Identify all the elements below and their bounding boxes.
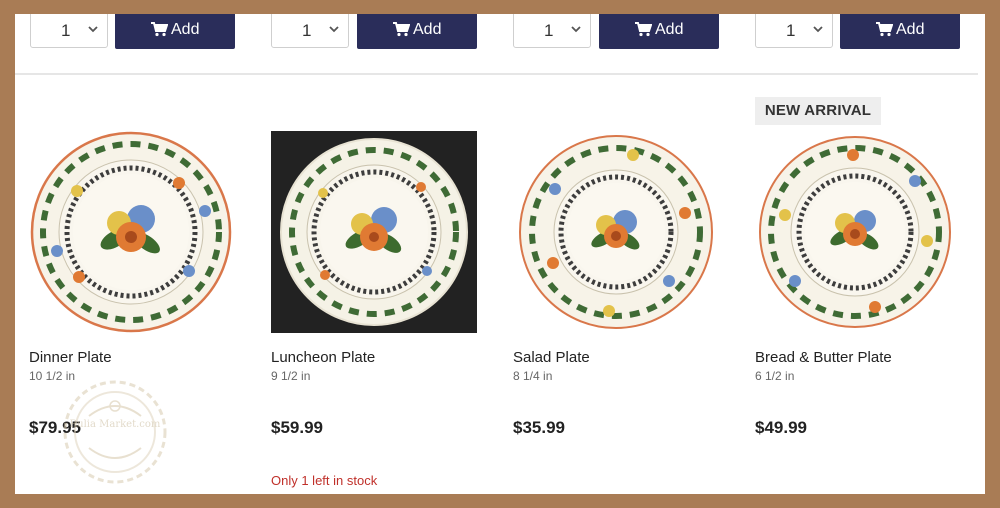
product-size: 9 1/2 in [271,369,311,383]
quantity-select[interactable]: 1 [30,14,108,48]
product-price: $79.95 [29,418,81,437]
product-name[interactable]: Salad Plate [513,349,590,366]
add-to-cart-button[interactable]: Add [840,14,960,49]
row-divider [15,73,978,75]
cart-icon [876,22,893,37]
add-to-cart-button[interactable]: Add [115,14,235,49]
add-button-label: Add [896,21,925,38]
quantity-value: 1 [302,21,312,40]
product-image[interactable] [29,131,235,333]
cart-icon [151,22,168,37]
product-card: Salad Plate 8 1/4 in $35.99 [513,76,733,494]
product-name[interactable]: Luncheon Plate [271,349,375,366]
product-name[interactable]: Bread & Butter Plate [755,349,892,366]
add-to-cart-button[interactable]: Add [599,14,719,49]
low-stock-notice: Only 1 left in stock [271,473,378,488]
product-image[interactable] [755,131,961,333]
chevron-down-icon [329,26,339,33]
product-grid-page: 1 Add 1 Add 1 Add 1 Add Dinner Plate 10 … [15,14,985,494]
plate-illustration [280,138,468,326]
quantity-value: 1 [61,21,71,40]
product-image[interactable] [513,131,719,333]
product-card: NEW ARRIVAL Bread & Butter Plate 6 1/2 i… [755,76,975,494]
product-card: Luncheon Plate 9 1/2 in $59.99 Only 1 le… [271,76,491,494]
product-price: $35.99 [513,418,565,437]
add-button-label: Add [171,21,200,38]
product-price: $49.99 [755,418,807,437]
cart-icon [635,22,652,37]
add-to-cart-button[interactable]: Add [357,14,477,49]
product-name[interactable]: Dinner Plate [29,349,112,366]
previous-row-actions: 1 Add 1 Add 1 Add 1 Add [15,14,985,72]
chevron-down-icon [571,26,581,33]
quantity-value: 1 [786,21,796,40]
quantity-select[interactable]: 1 [755,14,833,48]
chevron-down-icon [88,26,98,33]
product-size: 8 1/4 in [513,369,553,383]
new-arrival-badge: NEW ARRIVAL [755,97,881,125]
quantity-select[interactable]: 1 [271,14,349,48]
add-button-label: Add [413,21,442,38]
product-size: 6 1/2 in [755,369,795,383]
add-button-label: Add [655,21,684,38]
quantity-select[interactable]: 1 [513,14,591,48]
product-card: Dinner Plate 10 1/2 in $79.95 [29,76,249,494]
plate-illustration [759,136,951,328]
product-image[interactable] [271,131,477,333]
product-size: 10 1/2 in [29,369,76,383]
plate-illustration [519,135,713,329]
plate-illustration [30,131,232,333]
cart-icon [393,22,410,37]
chevron-down-icon [813,26,823,33]
product-price: $59.99 [271,418,323,437]
quantity-value: 1 [544,21,554,40]
